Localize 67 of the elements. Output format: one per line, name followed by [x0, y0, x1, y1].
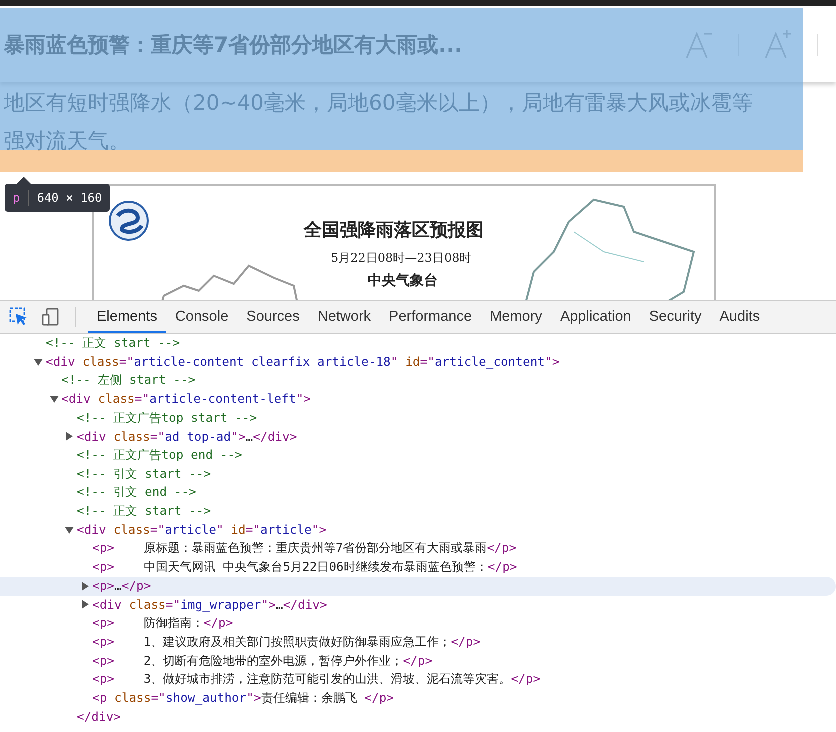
- code-line: <p> 防御指南：</p>: [92, 615, 234, 632]
- collapsed-triangle-icon[interactable]: [80, 582, 90, 591]
- code-line: <div class="article-content-left">: [62, 392, 311, 406]
- code-line: <div class="img_wrapper">…</div>: [92, 598, 328, 612]
- dom-tree-row[interactable]: <p> 中国天气网讯 中央气象台5月22日06时继续发布暴雨蓝色预警：</p>: [0, 558, 836, 577]
- dom-tree-row[interactable]: <p> 1、建议政府及相关部门按照职责做好防御暴雨应急工作；</p>: [0, 633, 836, 652]
- collapsed-triangle-icon[interactable]: [65, 432, 74, 442]
- inspect-icon[interactable]: [9, 307, 29, 327]
- devtools-tab[interactable]: Network: [308, 301, 380, 333]
- devtools-tab[interactable]: Audits: [710, 301, 770, 333]
- devtools-tab[interactable]: Memory: [481, 301, 552, 333]
- map-period: 5月22日08时—23日08时: [331, 250, 472, 267]
- devtools-tab[interactable]: Console: [166, 301, 238, 333]
- dom-tree-row[interactable]: <!-- 左侧 start -->: [0, 371, 836, 390]
- dom-tree-row[interactable]: </div>: [0, 708, 836, 726]
- code-line: <!-- 正文广告top start -->: [77, 410, 258, 427]
- devtools-tab[interactable]: Application: [551, 301, 640, 333]
- devtools-tab[interactable]: Elements: [88, 301, 166, 333]
- tooltip-size: 640 × 160: [37, 191, 102, 205]
- devtools-tab[interactable]: Security: [640, 301, 711, 333]
- dom-tree-row[interactable]: <!-- 引文 start -->: [0, 464, 836, 484]
- code-line: <!-- 引文 start -->: [77, 466, 212, 483]
- code-line: <p>…</p>: [92, 579, 152, 594]
- article-title: 暴雨蓝色预警：重庆等7省份部分地区有大雨或...: [4, 32, 463, 59]
- expanded-triangle-icon[interactable]: [65, 526, 74, 535]
- code-line: <p> 3、做好城市排涝，注意防范可能引发的山洪、滑坡、泥石流等灾害。</p>: [92, 671, 541, 688]
- dom-tree-row[interactable]: <div class="ad top-ad">…</div>: [0, 427, 836, 446]
- code-line: <!-- 正文 start -->: [46, 334, 180, 352]
- code-line: <p> 原标题：暴雨蓝色预警：重庆贵州等7省份部分地区有大雨或暴雨</p>: [92, 540, 517, 558]
- code-line: <p> 中国天气网讯 中央气象台5月22日06时继续发布暴雨蓝色预警：</p>: [92, 559, 518, 576]
- dom-tree-row[interactable]: <!-- 正文 start -->: [0, 334, 836, 353]
- article-paragraph: 地区有短时强降水（20~40毫米，局地60毫米以上），局地有雷暴大风或冰雹等强对流天气。: [3, 90, 754, 155]
- code-line: <p> 2、切断有危险地带的室外电源，暂停户外作业；</p>: [92, 652, 433, 670]
- dom-tree-row[interactable]: <div class="article-content-left">: [0, 390, 836, 409]
- collapsed-triangle-icon[interactable]: [80, 600, 90, 610]
- code-line: <!-- 引文 end -->: [77, 484, 196, 502]
- expanded-triangle-icon[interactable]: [50, 394, 58, 404]
- code-line: <div class="article-content clearfix article-18" id="article_content">: [46, 355, 560, 370]
- dom-tree-row[interactable]: <p>…</p>: [0, 576, 836, 596]
- swirl-logo-icon: [108, 200, 150, 242]
- map-issuer: 中央气象台: [368, 272, 438, 290]
- tooltip-tag: p: [13, 191, 20, 205]
- dom-tree-row[interactable]: <!-- 正文广告top start -->: [0, 408, 836, 428]
- code-line: <!-- 正文 start -->: [77, 503, 212, 520]
- code-line: <p> 1、建议政府及相关部门按照职责做好防御暴雨应急工作；</p>: [92, 634, 481, 651]
- dom-tree-row[interactable]: <p> 原标题：暴雨蓝色预警：重庆贵州等7省份部分地区有大雨或暴雨</p>: [0, 540, 836, 558]
- code-line: <div class="article" id="article">: [77, 523, 327, 538]
- dom-tree-row[interactable]: <p class="show_author">责任编辑：余鹏飞 </p>: [0, 689, 836, 708]
- device-toggle-icon[interactable]: [41, 307, 61, 327]
- dom-tree-row[interactable]: <!-- 引文 end -->: [0, 484, 836, 502]
- dom-tree-row[interactable]: <div class="article" id="article">: [0, 520, 836, 540]
- devtools-tab[interactable]: Sources: [238, 301, 309, 333]
- dom-tree-row[interactable]: <p> 3、做好城市排涝，注意防范可能引发的山洪、滑坡、泥石流等灾害。</p>: [0, 670, 836, 690]
- dom-tree-row[interactable]: <div class="article-content clearfix article-18" id="article_content">: [0, 352, 836, 372]
- dom-tree-row[interactable]: <p> 防御指南：</p>: [0, 614, 836, 633]
- dom-tree-row[interactable]: <p> 2、切断有危险地带的室外电源，暂停户外作业；</p>: [0, 652, 836, 670]
- dom-tree-row[interactable]: <!-- 正文 start -->: [0, 502, 836, 521]
- dom-tree-row[interactable]: <!-- 正文广告top end -->: [0, 446, 836, 465]
- code-line: <div class="ad top-ad">…</div>: [77, 430, 298, 444]
- code-line: <p class="show_author">责任编辑：余鹏飞 </p>: [92, 690, 394, 707]
- map-title: 全国强降雨落区预报图: [304, 219, 484, 242]
- code-line: <!-- 正文广告top end -->: [77, 446, 242, 464]
- code-line: </div>: [77, 710, 122, 724]
- code-line: <!-- 左侧 start -->: [62, 372, 196, 390]
- devtools-tab[interactable]: Performance: [380, 301, 482, 333]
- dom-tree-row[interactable]: <div class="img_wrapper">…</div>: [0, 596, 836, 614]
- expanded-triangle-icon[interactable]: [34, 358, 43, 367]
